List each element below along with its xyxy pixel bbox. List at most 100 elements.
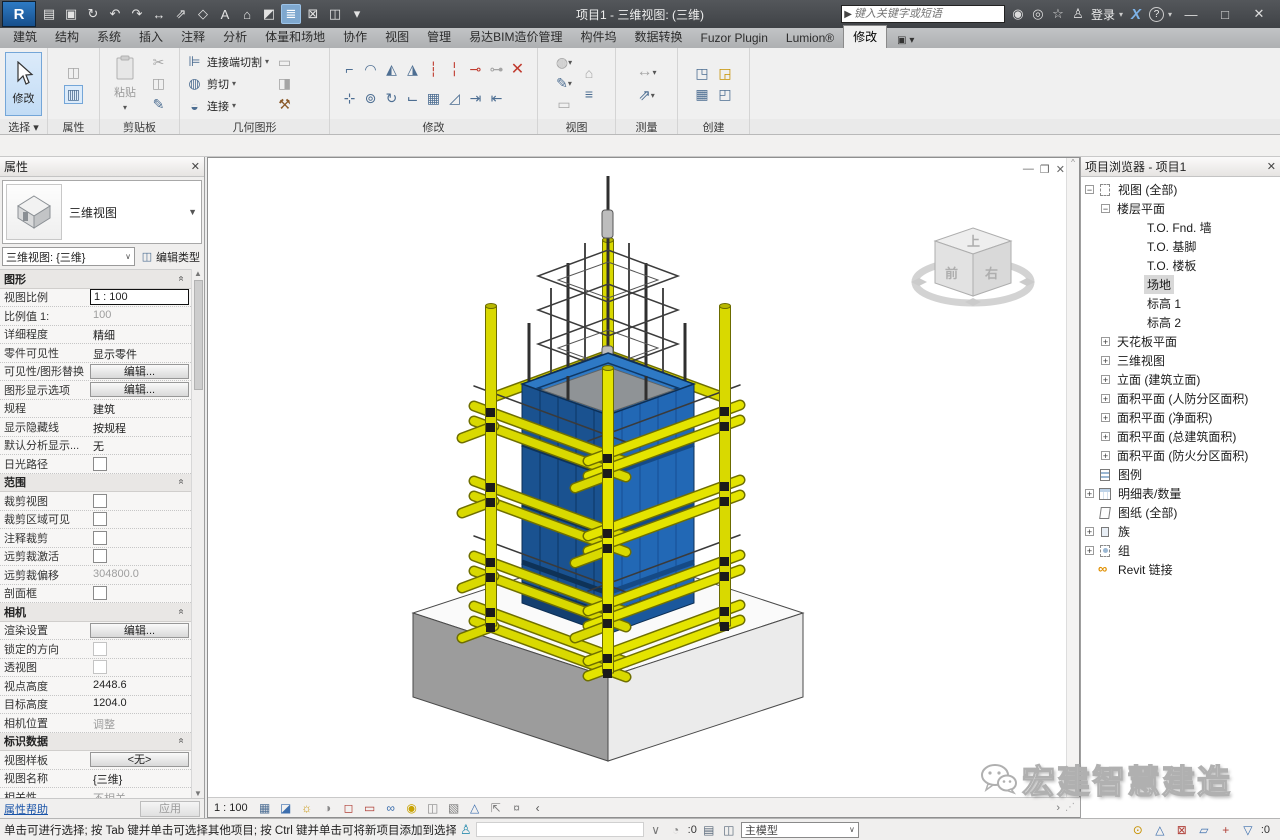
show-crop-region-icon[interactable]: ▭ bbox=[362, 800, 378, 816]
tree-groups[interactable]: 组 bbox=[1083, 541, 1280, 560]
design-option-selector[interactable]: 主模型 ∨ bbox=[741, 822, 859, 838]
search-go-icon[interactable]: ▶ bbox=[842, 9, 854, 20]
open-icon[interactable]: ▤ bbox=[39, 4, 59, 24]
mirror-pick-axis-icon[interactable]: ◭ bbox=[382, 60, 401, 79]
property-row[interactable]: 范围 bbox=[0, 474, 191, 493]
viewport-vertical-scrollbar[interactable]: ^ bbox=[1066, 158, 1079, 798]
properties-header[interactable]: 属性 ✕ bbox=[0, 157, 204, 177]
resize-grip[interactable]: ⋰ bbox=[1065, 802, 1074, 813]
modify-tool-button[interactable]: 修改 bbox=[5, 52, 42, 116]
tree-revit-links[interactable]: Revit 链接 bbox=[1083, 560, 1280, 579]
panel-properties-label[interactable]: 属性 bbox=[48, 119, 99, 134]
family-properties-icon[interactable]: ◫ bbox=[64, 63, 83, 82]
filter-icon[interactable]: ▽ bbox=[1240, 822, 1256, 838]
tree-toggle[interactable] bbox=[1101, 432, 1110, 441]
view-close-icon[interactable]: ✕ bbox=[1056, 163, 1065, 176]
property-row[interactable]: 视图样板 <无> bbox=[0, 751, 191, 770]
exchange-apps-icon[interactable]: X bbox=[1127, 6, 1145, 23]
measure-icon[interactable]: ↔ bbox=[149, 4, 169, 24]
align-icon[interactable]: ⌐ bbox=[340, 60, 359, 79]
properties-palette-icon[interactable]: ▥ bbox=[64, 85, 83, 104]
property-row[interactable]: 默认分析显示... 无 bbox=[0, 437, 191, 456]
select-pinned-icon[interactable]: ⊠ bbox=[1174, 822, 1190, 838]
panel-select-label[interactable]: 选择 ▾ bbox=[0, 119, 47, 134]
move-icon[interactable]: ⊹ bbox=[340, 89, 359, 108]
lighting-icon[interactable]: ◍▾ bbox=[555, 53, 574, 72]
tab-insert[interactable]: 插入 bbox=[130, 26, 172, 48]
property-row[interactable]: 远剪裁激活 bbox=[0, 548, 191, 567]
wall-opening-icon[interactable]: ◨ bbox=[275, 74, 294, 93]
measure-between-refs-icon[interactable]: ↔▾ bbox=[637, 63, 656, 82]
tree-to-slab[interactable]: T.O. 楼板 bbox=[1083, 256, 1280, 275]
instance-selector[interactable]: 三维视图: {三维} ∨ bbox=[2, 247, 135, 266]
property-row[interactable]: 远剪裁偏移 304800.0 bbox=[0, 566, 191, 585]
trim-extend-corner-icon[interactable]: ⌙ bbox=[403, 89, 422, 108]
drawing-area[interactable]: — ❐ ✕ ^ bbox=[207, 157, 1080, 818]
search-icon[interactable]: ◉ bbox=[1009, 6, 1027, 22]
hscroll-right-icon[interactable]: › bbox=[1056, 802, 1060, 814]
tree-toggle[interactable] bbox=[1085, 185, 1094, 194]
create-parts-icon[interactable]: ▦ bbox=[693, 85, 712, 104]
delete-icon[interactable]: ✕ bbox=[508, 60, 527, 79]
split-element-icon[interactable]: ┆ bbox=[424, 60, 443, 79]
tab-architecture[interactable]: 建筑 bbox=[4, 26, 46, 48]
tree-3d-views[interactable]: 三维视图 bbox=[1083, 351, 1280, 370]
tree-to-fnd-wall[interactable]: T.O. Fnd. 墙 bbox=[1083, 218, 1280, 237]
viewcube-top-label[interactable]: 上 bbox=[967, 234, 980, 249]
default-3d-view-icon[interactable]: ⌂ bbox=[237, 4, 257, 24]
join-button[interactable]: ◒ 连接▾ bbox=[185, 96, 269, 116]
search-input[interactable] bbox=[854, 6, 1004, 22]
worksets-icon[interactable]: ▤ bbox=[701, 822, 717, 838]
tab-modify[interactable]: 修改 bbox=[843, 25, 887, 48]
demolish-icon[interactable]: ⚒ bbox=[275, 95, 294, 114]
property-row[interactable]: 相机 bbox=[0, 603, 191, 622]
tree-toggle[interactable] bbox=[1101, 204, 1110, 213]
signin-dropdown-icon[interactable]: ▾ bbox=[1119, 10, 1123, 19]
ribbon-display-toggle[interactable]: ▣ ▾ bbox=[893, 33, 918, 48]
property-row[interactable]: 日光路径 bbox=[0, 455, 191, 474]
property-row[interactable]: 视图名称 {三维} bbox=[0, 770, 191, 789]
tab-structure[interactable]: 结构 bbox=[46, 26, 88, 48]
viewcube-right-label[interactable]: 右 bbox=[984, 266, 998, 281]
viewbar-collapse-icon[interactable]: ‹ bbox=[530, 800, 546, 816]
property-row[interactable]: 锁定的方向 bbox=[0, 640, 191, 659]
crop-view-icon[interactable]: ◻ bbox=[341, 800, 357, 816]
property-row[interactable]: 视点高度 2448.6 bbox=[0, 677, 191, 696]
tree-ceiling-plans[interactable]: 天花板平面 bbox=[1083, 332, 1280, 351]
aligned-dimension-icon[interactable]: ⇗ bbox=[171, 4, 191, 24]
tab-yida-bim[interactable]: 易达BIM造价管理 bbox=[460, 26, 571, 48]
cut-button[interactable]: ◍ 剪切▾ bbox=[185, 74, 269, 94]
minimize-button[interactable]: — bbox=[1176, 7, 1206, 22]
create-similar-icon[interactable]: ◲ bbox=[716, 64, 735, 83]
view-restore-icon[interactable]: ❐ bbox=[1040, 163, 1050, 176]
tab-analyze[interactable]: 分析 bbox=[214, 26, 256, 48]
tree-area-net[interactable]: 面积平面 (净面积) bbox=[1083, 408, 1280, 427]
tag-icon[interactable]: ◇ bbox=[193, 4, 213, 24]
view-scale-button[interactable]: 1 : 100 bbox=[214, 802, 248, 814]
detail-level-icon[interactable]: ▦ bbox=[257, 800, 273, 816]
paste-button[interactable]: 粘贴 ▾ bbox=[105, 52, 145, 116]
status-chevron-icon[interactable]: ∨ bbox=[648, 822, 664, 838]
select-links-icon[interactable]: ⊙ bbox=[1130, 822, 1146, 838]
displacement-icon[interactable]: ⇱ bbox=[488, 800, 504, 816]
sun-path-icon[interactable]: ☼ bbox=[299, 800, 315, 816]
tab-view[interactable]: 视图 bbox=[376, 26, 418, 48]
switch-windows-icon[interactable]: ◫ bbox=[325, 4, 345, 24]
favorites-icon[interactable]: ☆ bbox=[1049, 6, 1067, 22]
join-cut-button[interactable]: ⊫ 连接端切割▾ bbox=[185, 52, 269, 72]
tree-toggle[interactable] bbox=[1101, 451, 1110, 460]
trim-extend-multiple-icon[interactable]: ⇤ bbox=[487, 89, 506, 108]
cut-to-clipboard-icon[interactable]: ✂ bbox=[149, 53, 168, 72]
project-browser-header[interactable]: 项目浏览器 - 项目1 ✕ bbox=[1081, 157, 1280, 177]
drag-on-selection-icon[interactable]: + bbox=[1218, 822, 1234, 838]
tree-toggle[interactable] bbox=[1101, 356, 1110, 365]
match-type-icon[interactable]: ✎ bbox=[149, 95, 168, 114]
tree-families[interactable]: 族 bbox=[1083, 522, 1280, 541]
design-options-icon[interactable]: ◫ bbox=[721, 822, 737, 838]
array-icon[interactable]: ▦ bbox=[424, 89, 443, 108]
thin-lines-icon[interactable]: ≣ bbox=[281, 4, 301, 24]
panel-view-label[interactable]: 视图 bbox=[538, 119, 615, 134]
apply-button[interactable]: 应用 bbox=[140, 801, 200, 817]
type-selector[interactable]: 三维视图 ▼ bbox=[2, 180, 202, 244]
tree-area-renfang[interactable]: 面积平面 (人防分区面积) bbox=[1083, 389, 1280, 408]
